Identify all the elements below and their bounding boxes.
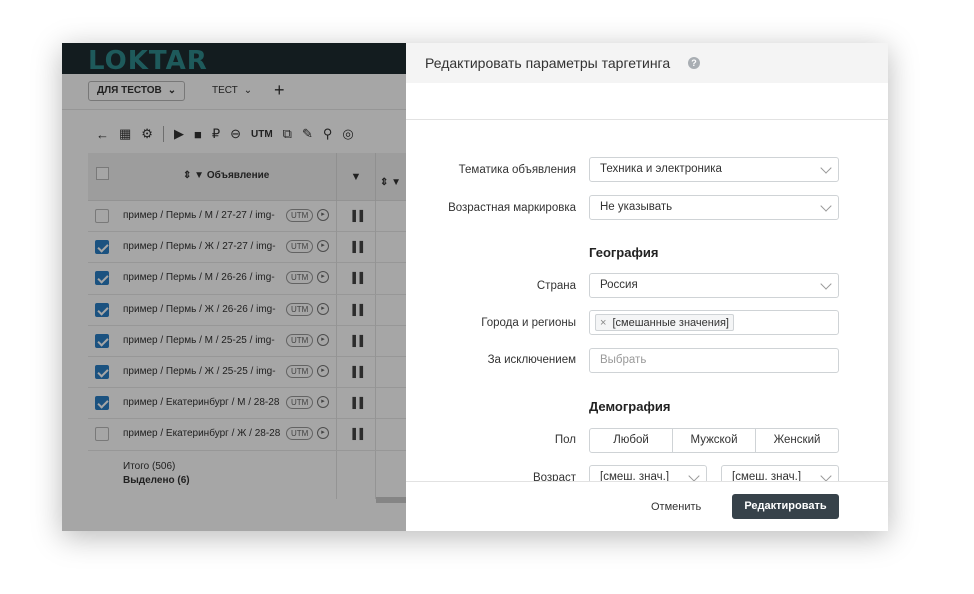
topic-select[interactable]: Техника и электроника (589, 157, 839, 182)
window: LOKTAR ДЛЯ ТЕСТОВ ⌄ ТЕСТ ⌄ + ← ▦ ⚙ ▶ ■ ₽… (62, 43, 888, 531)
gender-option-female[interactable]: Женский (755, 429, 838, 452)
country-select[interactable]: Россия (589, 273, 839, 298)
exclude-placeholder: Выбрать (600, 354, 647, 366)
chevron-down-icon (820, 200, 832, 212)
gender-label: Пол (554, 434, 576, 446)
exclude-input[interactable]: Выбрать (589, 348, 839, 373)
submit-edit-button[interactable]: Редактировать (732, 494, 839, 519)
modal-footer: Отменить Редактировать (406, 481, 888, 531)
age-marking-label: Возрастная маркировка (448, 202, 576, 214)
cities-tag-label: [смешанные значения] (612, 317, 729, 329)
divider (406, 119, 888, 120)
chevron-down-icon (820, 162, 832, 174)
cities-tag: × [смешанные значения] (595, 314, 734, 331)
chevron-down-icon (820, 470, 832, 482)
help-icon[interactable]: ? (688, 57, 700, 69)
modal-overlay[interactable] (62, 43, 406, 531)
cities-multiselect[interactable]: × [смешанные значения] (589, 310, 839, 335)
country-label: Страна (536, 280, 576, 292)
geography-heading: География (589, 245, 659, 260)
cancel-button[interactable]: Отменить (651, 501, 701, 513)
country-value: Россия (600, 279, 638, 291)
modal-header: Редактировать параметры таргетинга ? (406, 43, 888, 83)
cities-label: Города и регионы (481, 317, 576, 329)
targeting-modal: Редактировать параметры таргетинга ? Тем… (406, 43, 888, 531)
demography-heading: Демография (589, 399, 671, 414)
remove-tag-icon[interactable]: × (600, 317, 606, 329)
exclude-label: За исключением (487, 354, 576, 366)
age-marking-value: Не указывать (600, 201, 673, 213)
chevron-down-icon (820, 278, 832, 290)
age-marking-select[interactable]: Не указывать (589, 195, 839, 220)
gender-option-male[interactable]: Мужской (672, 429, 755, 452)
topic-value: Техника и электроника (600, 163, 722, 175)
chevron-down-icon (688, 470, 700, 482)
background-app: LOKTAR ДЛЯ ТЕСТОВ ⌄ ТЕСТ ⌄ + ← ▦ ⚙ ▶ ■ ₽… (62, 43, 406, 531)
modal-title: Редактировать параметры таргетинга (425, 55, 671, 71)
gender-option-any[interactable]: Любой (590, 429, 672, 452)
topic-label: Тематика объявления (458, 164, 576, 176)
gender-segmented-control: Любой Мужской Женский (589, 428, 839, 453)
